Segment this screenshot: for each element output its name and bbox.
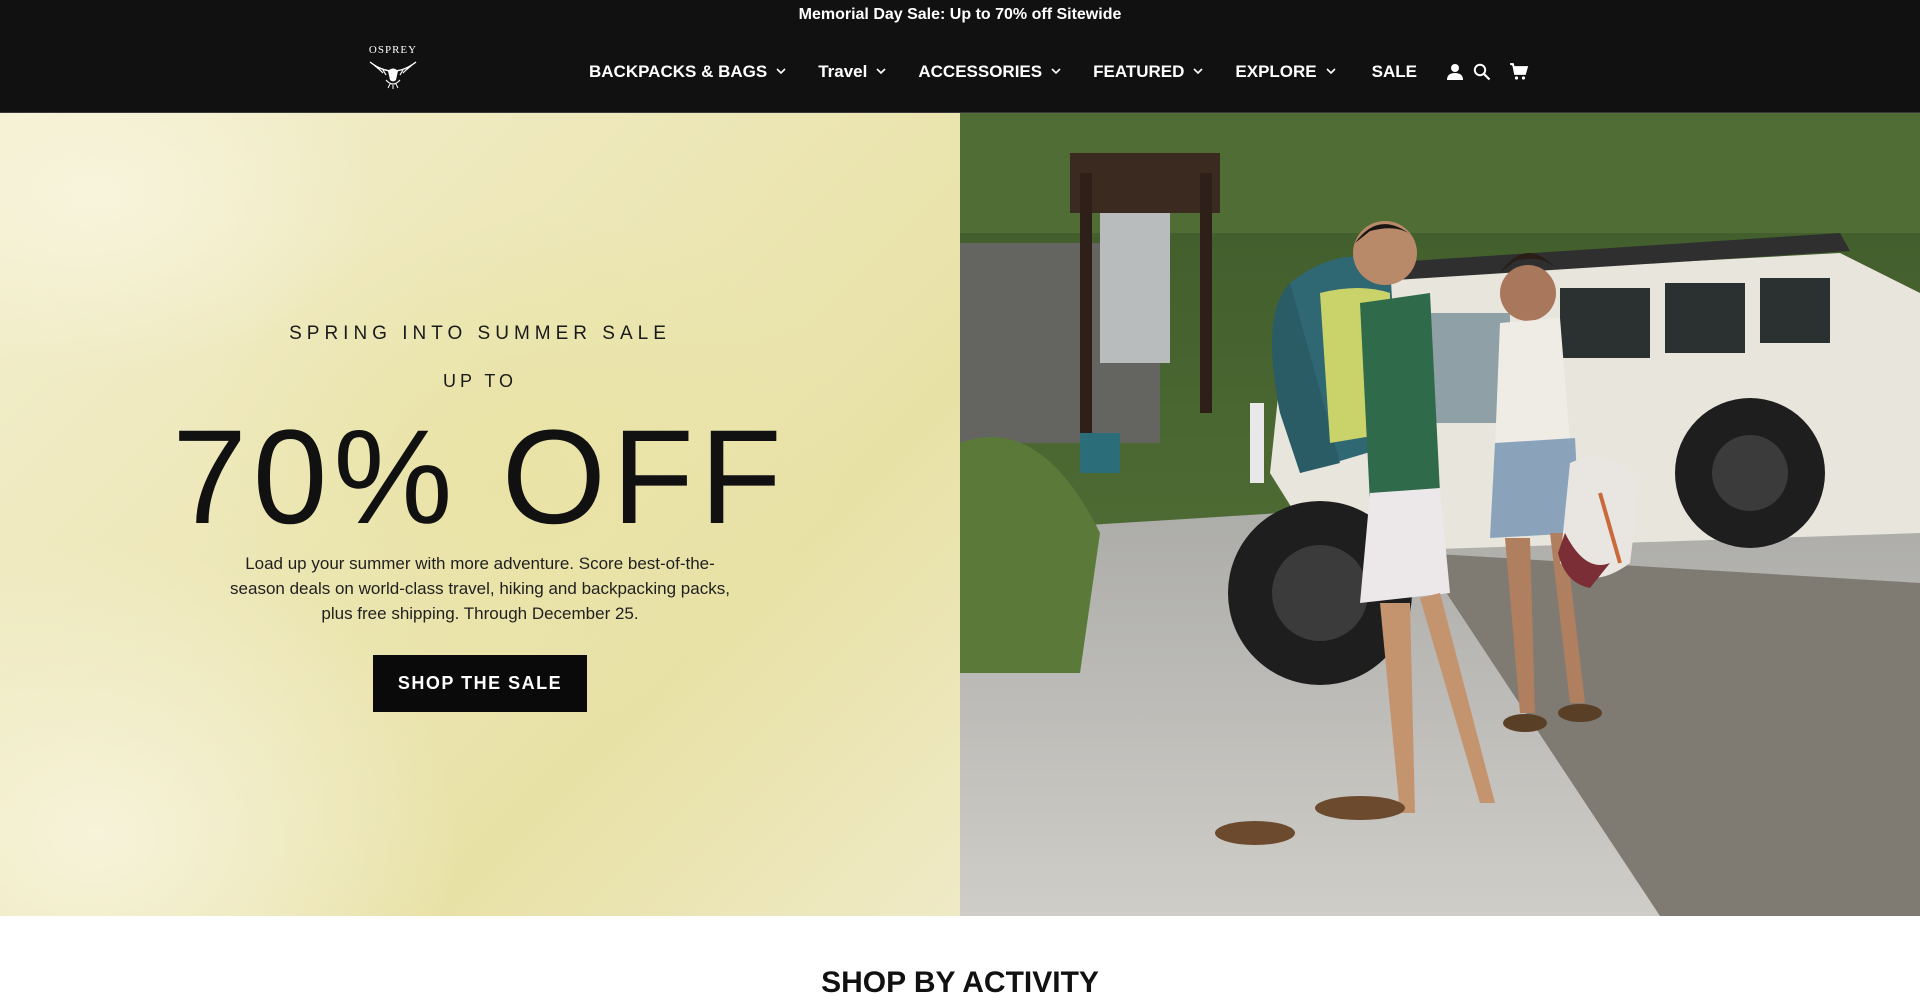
user-icon[interactable] (1444, 61, 1466, 83)
search-icon[interactable] (1471, 61, 1493, 83)
site-header: OSPREY BACKPACKS & BAGS Travel ACCESSORI… (0, 30, 1920, 113)
nav-label: SALE (1371, 61, 1417, 81)
chevron-down-icon (876, 68, 886, 75)
nav-label: Travel (818, 61, 868, 81)
hero-promo-panel: SPRING INTO SUMMER SALE UP TO 70% OFF Lo… (0, 113, 960, 916)
nav-label: BACKPACKS & BAGS (589, 61, 768, 81)
nav-featured[interactable]: FEATURED (1093, 62, 1203, 82)
hero-photo[interactable] (960, 113, 1920, 916)
chevron-down-icon (1051, 68, 1061, 75)
logo-wordmark: OSPREY (368, 44, 418, 56)
chevron-down-icon (1193, 68, 1203, 75)
osprey-bird-icon (369, 61, 417, 89)
hero-eyebrow: SPRING INTO SUMMER SALE (289, 323, 671, 344)
chevron-down-icon (1326, 68, 1336, 75)
hero-up-to: UP TO (442, 371, 518, 391)
nav-label: ACCESSORIES (918, 61, 1043, 81)
hero-headline: 70% OFF (172, 403, 788, 552)
photo-couple-with-packs-by-truck (960, 113, 1920, 916)
header-actions (1444, 30, 1530, 113)
announcement-bar[interactable]: Memorial Day Sale: Up to 70% off Sitewid… (0, 0, 1920, 30)
chevron-down-icon (776, 68, 786, 75)
osprey-logo[interactable]: OSPREY (363, 45, 423, 95)
nav-label: EXPLORE (1235, 61, 1317, 81)
announcement-text[interactable]: Memorial Day Sale: Up to 70% off Sitewid… (799, 6, 1122, 24)
nav-accessories[interactable]: ACCESSORIES (918, 62, 1061, 82)
hero-banner: SPRING INTO SUMMER SALE UP TO 70% OFF Lo… (0, 113, 1920, 916)
nav-label: FEATURED (1093, 61, 1185, 81)
nav-sale[interactable]: SALE (1372, 62, 1417, 82)
cart-icon[interactable] (1508, 61, 1530, 83)
shop-the-sale-button[interactable]: SHOP THE SALE (373, 655, 587, 712)
nav-backpacks-bags[interactable]: BACKPACKS & BAGS (589, 62, 786, 82)
main-navigation: BACKPACKS & BAGS Travel ACCESSORIES FEAT… (589, 30, 1417, 113)
shop-by-activity-heading: SHOP BY ACTIVITY (821, 966, 1099, 999)
hero-description: Load up your summer with more adventure.… (230, 554, 730, 623)
nav-explore[interactable]: EXPLORE (1235, 61, 1336, 82)
nav-travel[interactable]: Travel (818, 62, 886, 82)
